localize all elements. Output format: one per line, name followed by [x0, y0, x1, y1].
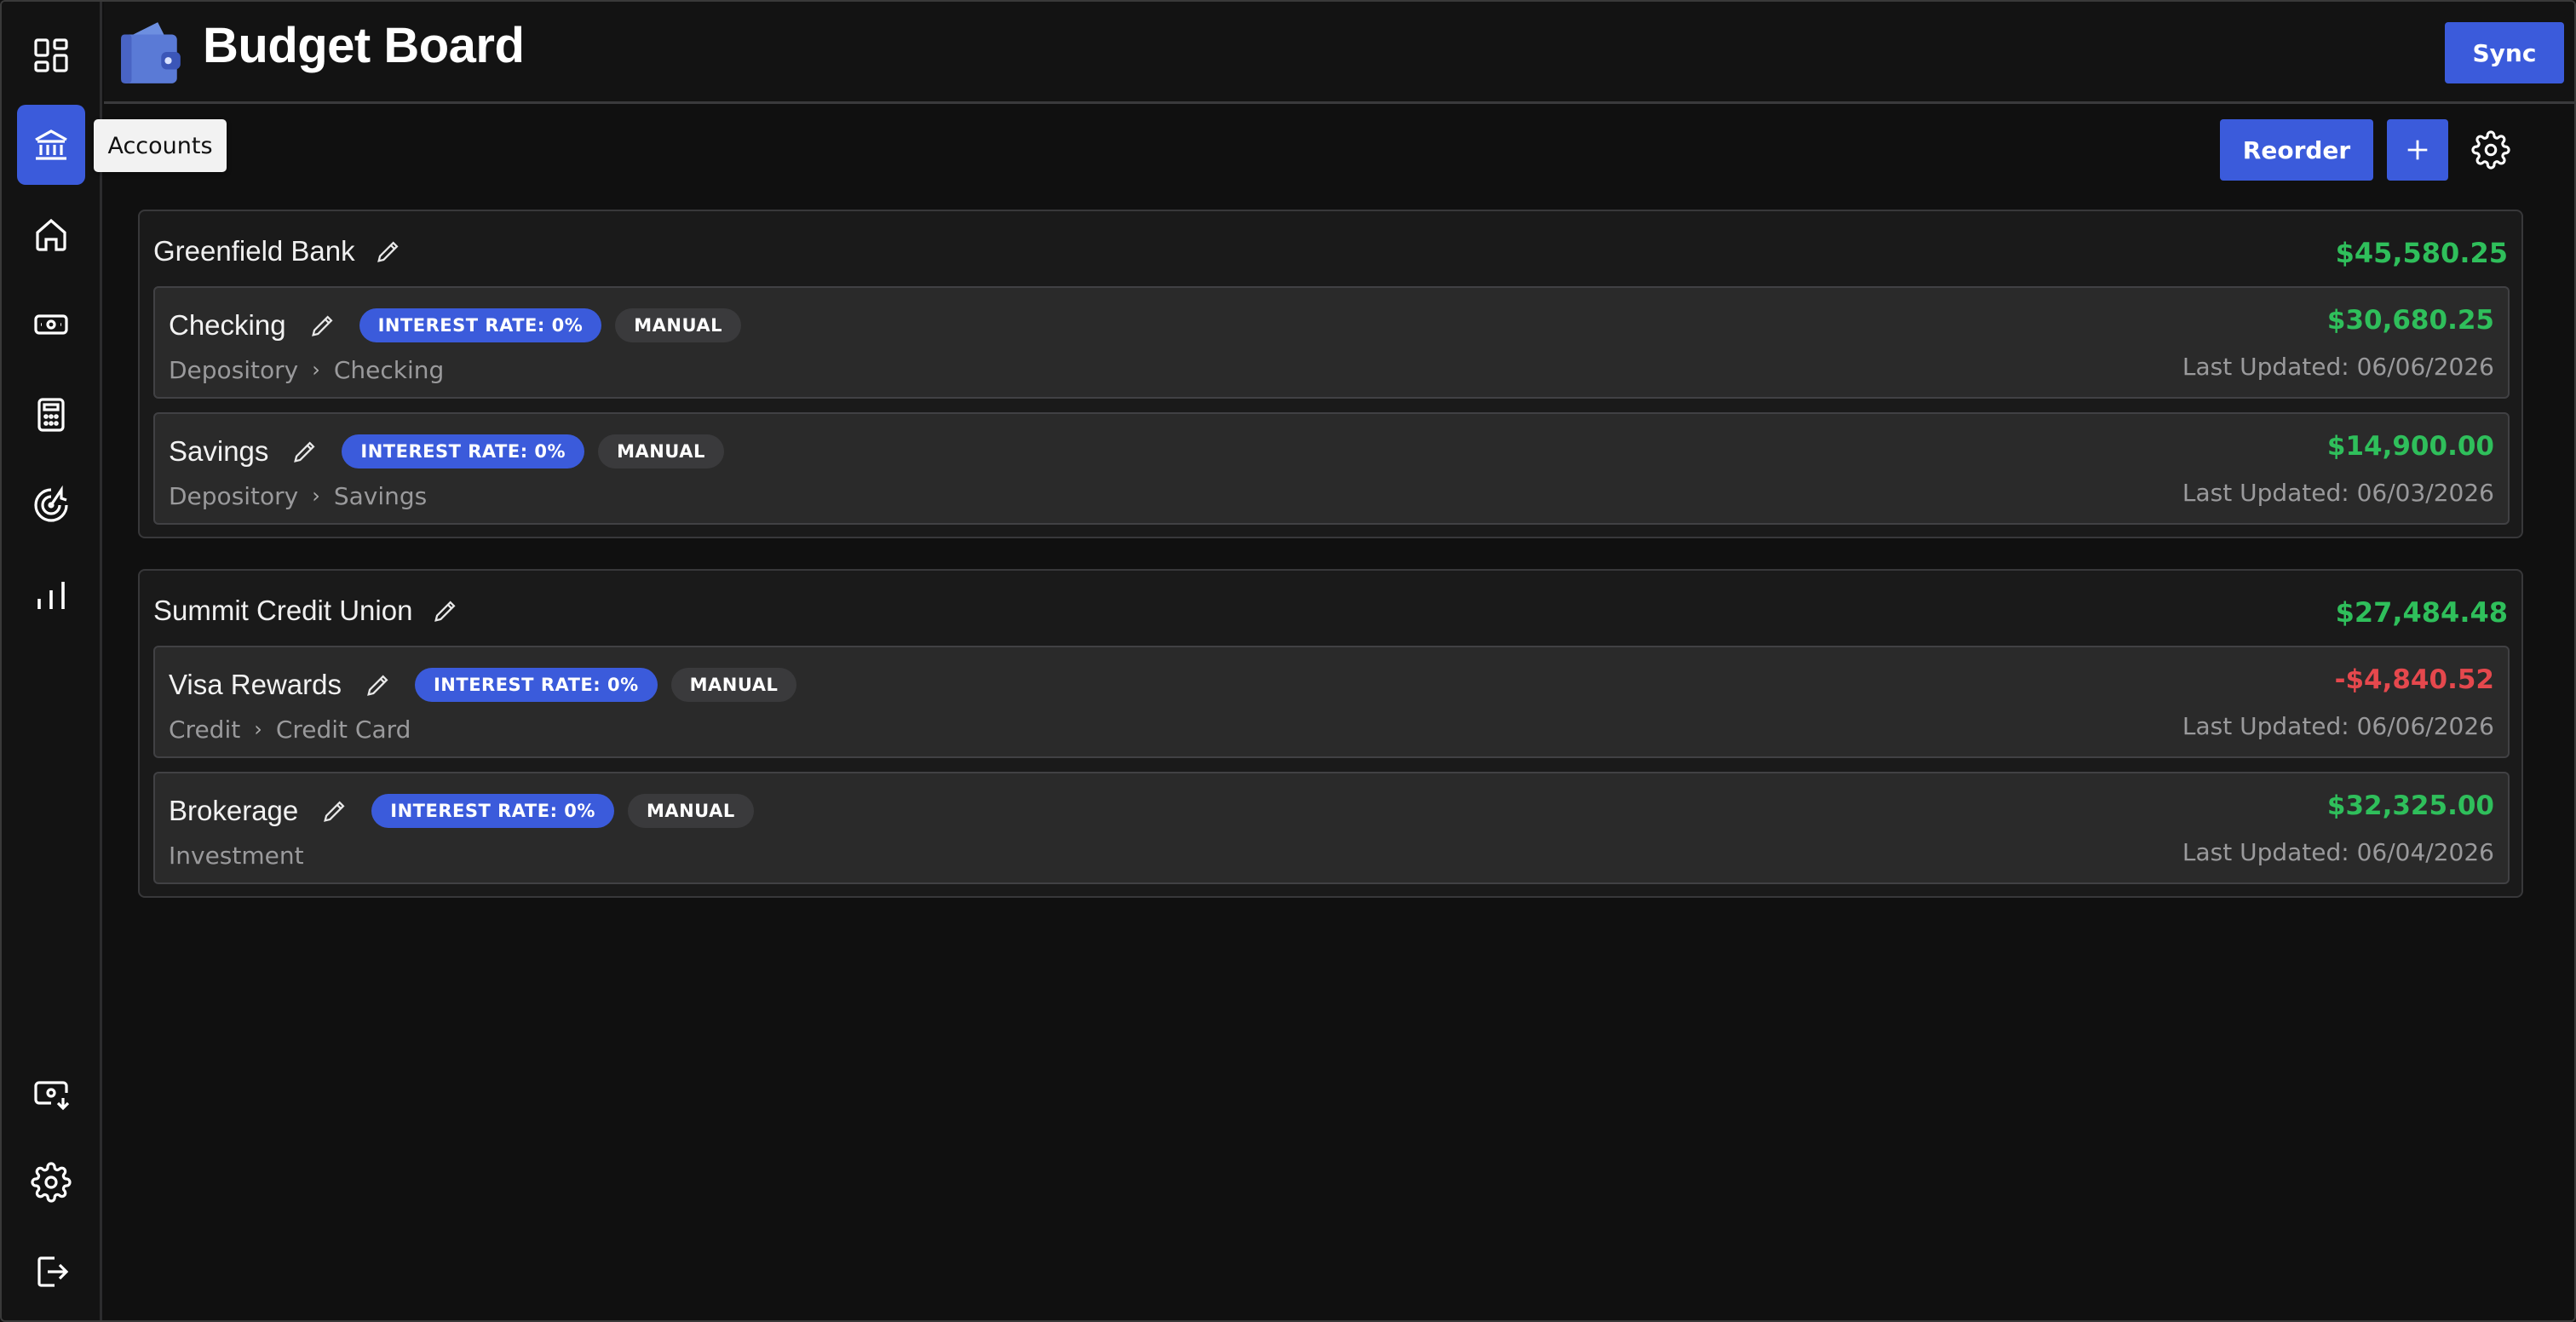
last-updated: Last Updated: 06/04/2026	[2182, 838, 2494, 866]
pencil-icon	[434, 601, 456, 622]
pencil-icon	[311, 315, 333, 336]
account-balance: -$4,840.52	[2334, 664, 2494, 695]
interest-rate-badge: INTEREST RATE: 0%	[342, 434, 585, 468]
account-subtype: Checking	[333, 355, 445, 384]
gear-icon	[31, 1162, 72, 1203]
group-total: $45,580.25	[2335, 237, 2508, 269]
interest-rate-badge: INTEREST RATE: 0%	[414, 668, 658, 702]
pencil-icon	[294, 441, 315, 463]
reorder-button[interactable]: Reorder	[2220, 119, 2373, 181]
account-name: Checking	[169, 309, 286, 341]
sidebar-item-logout[interactable]	[17, 1232, 85, 1312]
sync-button[interactable]: Sync	[2445, 22, 2564, 83]
manual-badge: MANUAL	[627, 794, 754, 828]
chevron-right-icon: ›	[312, 358, 320, 382]
account-name: Brokerage	[169, 795, 299, 826]
last-updated: Last Updated: 06/06/2026	[2182, 712, 2494, 740]
interest-rate-badge: INTEREST RATE: 0%	[359, 308, 602, 342]
sidebar-item-transactions[interactable]	[17, 285, 85, 365]
account-name: Savings	[169, 435, 269, 467]
last-updated: Last Updated: 06/03/2026	[2182, 479, 2494, 507]
group-total: $27,484.48	[2335, 596, 2508, 629]
sidebar-item-home[interactable]	[17, 194, 85, 274]
account-subtype: Savings	[333, 481, 428, 510]
institution-group: Summit Credit Union $27,484.48 Visa Rewa…	[138, 569, 2523, 898]
bank-icon	[35, 129, 67, 160]
institution-group: Greenfield Bank $45,580.25 Checking INTE…	[138, 210, 2523, 538]
last-updated: Last Updated: 06/06/2026	[2182, 353, 2494, 381]
sidebar-item-dashboard[interactable]	[17, 15, 85, 95]
group-name: Greenfield Bank	[153, 235, 355, 267]
logout-icon	[37, 1256, 69, 1287]
sidebar-item-budgets[interactable]	[17, 375, 85, 455]
manual-badge: MANUAL	[615, 308, 742, 342]
edit-account-button[interactable]	[364, 670, 393, 699]
account-settings-button[interactable]	[2465, 124, 2516, 175]
app-window: Accounts Budget Board Sync Reorder Green…	[0, 0, 2576, 1322]
account-type: Depository	[169, 481, 299, 510]
account-balance: $32,325.00	[2326, 790, 2494, 821]
sidebar-item-goals[interactable]	[17, 465, 85, 545]
chevron-right-icon: ›	[312, 484, 320, 508]
edit-group-button[interactable]	[431, 596, 460, 625]
account-subtype: Credit Card	[275, 715, 411, 744]
sidebar-item-import[interactable]	[17, 1053, 85, 1133]
sidebar-item-accounts[interactable]	[17, 105, 85, 185]
app-title: Budget Board	[203, 18, 525, 73]
chevron-right-icon: ›	[254, 717, 262, 741]
manual-badge: MANUAL	[670, 668, 797, 702]
edit-group-button[interactable]	[374, 237, 403, 266]
edit-account-button[interactable]	[290, 437, 319, 466]
plus-icon	[2407, 140, 2428, 160]
wallet-logo-icon	[121, 22, 181, 83]
account-type: Credit	[169, 715, 241, 744]
cash-download-icon	[34, 1081, 70, 1111]
pencil-icon	[324, 801, 345, 822]
sidebar	[2, 2, 102, 1320]
group-header: Greenfield Bank $45,580.25	[153, 230, 2508, 273]
account-name: Visa Rewards	[169, 669, 342, 700]
sidebar-item-settings[interactable]	[17, 1142, 85, 1222]
account-card[interactable]: Brokerage INTEREST RATE: 0% MANUAL Inves…	[153, 772, 2510, 884]
group-name: Summit Credit Union	[153, 595, 413, 626]
add-account-button[interactable]	[2387, 119, 2448, 181]
bar-chart-icon	[37, 582, 65, 609]
account-card[interactable]: Visa Rewards INTEREST RATE: 0% MANUAL Cr…	[153, 646, 2510, 758]
account-card[interactable]: Checking INTEREST RATE: 0% MANUAL Deposi…	[153, 286, 2510, 399]
account-balance: $30,680.25	[2326, 305, 2494, 336]
group-header: Summit Credit Union $27,484.48	[153, 589, 2508, 632]
calculator-icon	[37, 398, 65, 432]
pencil-icon	[377, 241, 399, 262]
pencil-icon	[367, 675, 388, 696]
sidebar-item-trends[interactable]	[17, 555, 85, 635]
target-icon	[34, 485, 68, 522]
edit-account-button[interactable]	[320, 796, 349, 825]
cash-icon	[34, 314, 68, 335]
manual-badge: MANUAL	[598, 434, 724, 468]
edit-account-button[interactable]	[308, 311, 337, 340]
interest-rate-badge: INTEREST RATE: 0%	[371, 794, 614, 828]
sidebar-tooltip: Accounts	[94, 119, 227, 172]
account-type: Depository	[169, 355, 299, 384]
dashboard-icon	[34, 38, 68, 72]
home-icon	[36, 218, 66, 251]
account-type: Investment	[169, 841, 304, 870]
gear-icon	[2471, 130, 2510, 170]
account-card[interactable]: Savings INTEREST RATE: 0% MANUAL Deposit…	[153, 412, 2510, 525]
app-header: Budget Board Sync	[104, 2, 2574, 104]
account-balance: $14,900.00	[2326, 431, 2494, 462]
